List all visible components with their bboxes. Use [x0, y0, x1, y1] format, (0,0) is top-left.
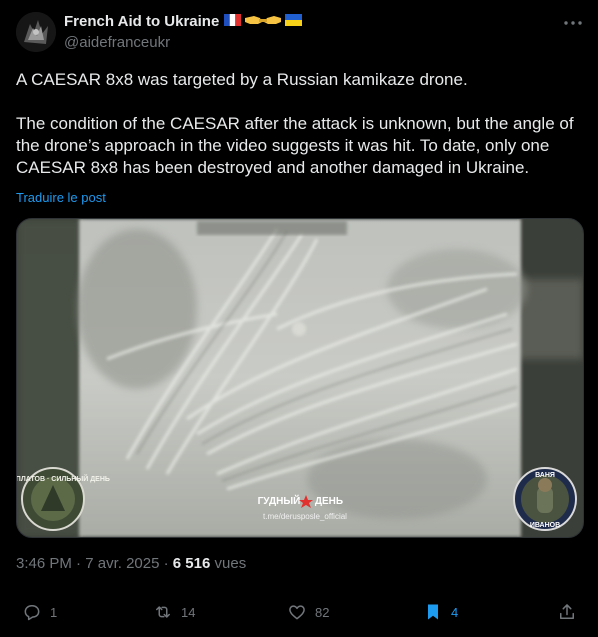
repost-icon	[156, 606, 170, 618]
author-name[interactable]: French Aid to Ukraine	[64, 13, 219, 30]
svg-text:ЕВРОПЛАТОВ · СИЛЬНЫЙ ДЕНЬ: ЕВРОПЛАТОВ · СИЛЬНЫЙ ДЕНЬ	[17, 474, 110, 483]
svg-text:ВАНЯ: ВАНЯ	[535, 472, 555, 479]
views-label: vues	[214, 555, 247, 572]
avatar-image	[16, 12, 56, 52]
avatar[interactable]	[16, 12, 56, 52]
meta-separator: ·	[163, 555, 169, 572]
post-text: A CAESAR 8x8 was targeted by a Russian k…	[16, 69, 586, 179]
more-dots-icon	[564, 21, 582, 25]
views-count: 6 516	[172, 555, 211, 572]
svg-text:ГУДНЫЙ: ГУДНЫЙ	[258, 494, 301, 507]
like-count: 82	[315, 604, 330, 620]
meta-separator: ·	[76, 555, 82, 572]
watermark-right-badge: ВАНЯ ИВАНОВ	[513, 467, 577, 531]
repost-count: 14	[181, 604, 196, 620]
repost-button[interactable]: 14	[153, 602, 195, 622]
heart-icon	[289, 605, 305, 620]
svg-text:t.me/derusposle_official: t.me/derusposle_official	[263, 512, 347, 521]
post-date[interactable]: 7 avr. 2025	[85, 555, 159, 572]
post-video[interactable]: ЕВРОПЛАТОВ · СИЛЬНЫЙ ДЕНЬ ВАНЯ ИВАНОВ ГУ…	[16, 218, 584, 538]
flag-ukraine-icon	[285, 14, 302, 26]
handshake-icon	[245, 16, 281, 24]
post: French Aid to Ukraine @aidefranceukr A C…	[0, 0, 598, 637]
post-meta: 3:46 PM · 7 avr. 2025 · 6 516 vues	[16, 555, 246, 572]
share-button[interactable]	[557, 602, 577, 622]
translate-post-link[interactable]: Traduire le post	[16, 190, 106, 205]
post-time[interactable]: 3:46 PM	[16, 555, 72, 572]
author-handle[interactable]: @aidefranceukr	[64, 34, 170, 51]
reply-icon	[24, 605, 40, 621]
reply-button[interactable]: 1	[22, 602, 57, 622]
reply-count: 1	[50, 604, 58, 620]
post-paragraph-1: A CAESAR 8x8 was targeted by a Russian k…	[16, 70, 468, 89]
more-options-button[interactable]	[562, 16, 584, 30]
bookmark-button[interactable]: 4	[423, 602, 458, 622]
svg-text:ДЕНЬ: ДЕНЬ	[315, 496, 343, 507]
svg-text:ИВАНОВ: ИВАНОВ	[530, 522, 560, 529]
video-frame: ЕВРОПЛАТОВ · СИЛЬНЫЙ ДЕНЬ ВАНЯ ИВАНОВ ГУ…	[17, 219, 583, 537]
like-button[interactable]: 82	[287, 602, 329, 622]
flag-france-icon	[224, 14, 241, 26]
author-emoji-flags	[224, 13, 302, 27]
share-icon	[560, 604, 574, 619]
bookmark-filled-icon	[428, 604, 438, 620]
bookmark-count: 4	[451, 604, 459, 620]
post-paragraph-2: The condition of the CAESAR after the at…	[16, 114, 574, 177]
